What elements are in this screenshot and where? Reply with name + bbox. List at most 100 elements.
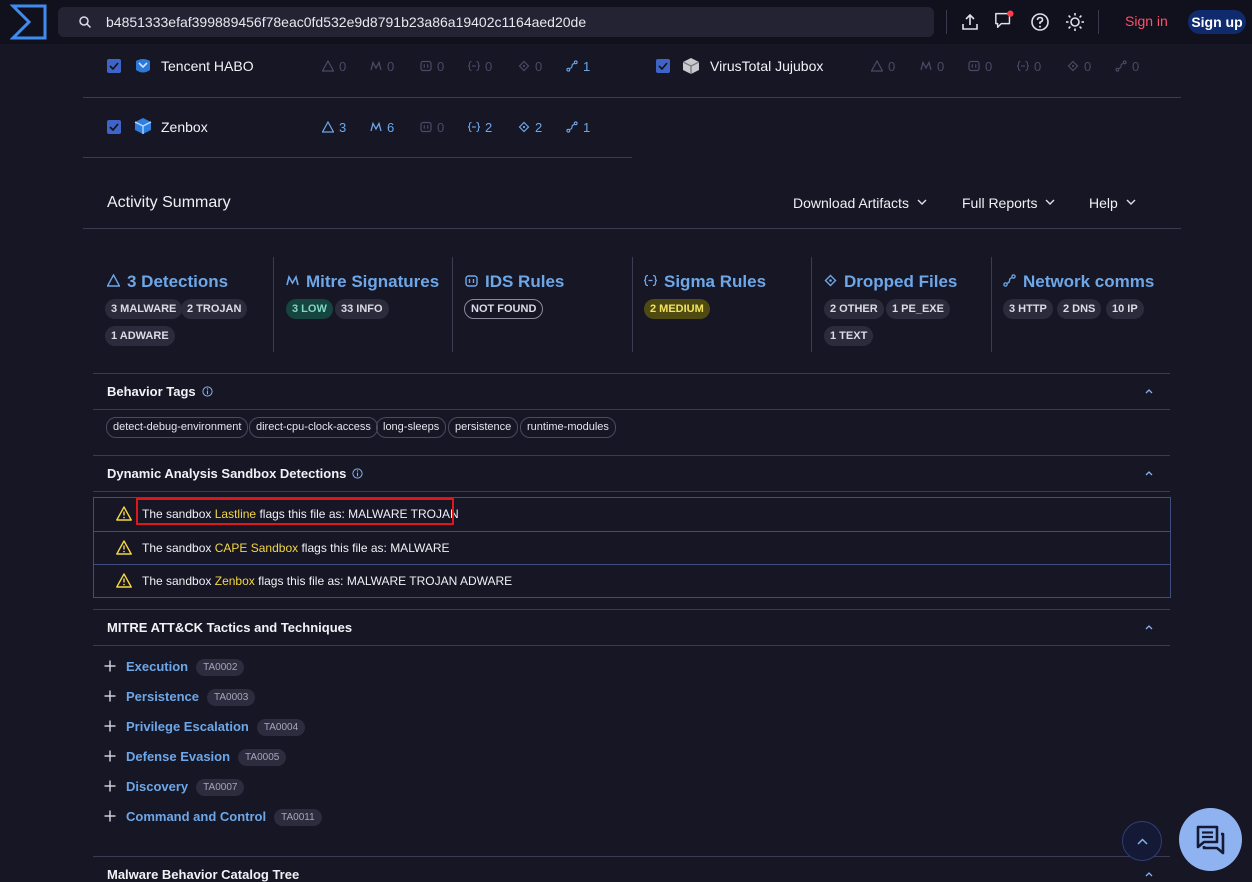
full-reports-dropdown[interactable]: Full Reports [962,195,1055,211]
warning-icon [116,540,132,555]
collapse-icon[interactable] [1144,869,1154,879]
info-icon[interactable] [202,386,213,397]
chevron-up-icon [1137,838,1148,845]
tactic-id-badge: TA0004 [256,719,306,736]
sign-up-button[interactable]: Sign up [1188,10,1246,34]
badge: 2 OTHER [824,299,884,319]
mitre-header[interactable]: MITRE ATT&CK Tactics and Techniques [107,620,352,635]
mitre-tactic[interactable]: Discovery TA0007 [126,779,245,796]
theme-toggle-icon[interactable] [1065,12,1085,32]
behavior-tags-header[interactable]: Behavior Tags [107,384,213,399]
mitre-tactic[interactable]: Privilege Escalation TA0004 [126,719,306,736]
section-divider [93,491,1170,492]
sandbox-name: Zenbox [161,119,208,135]
badge: 3 HTTP [1003,299,1053,319]
mitre-tactic[interactable]: Defense Evasion TA0005 [126,749,287,766]
behavior-tag[interactable]: runtime-modules [520,417,616,438]
dropdown-label: Help [1089,195,1118,211]
card-title-text: Network comms [1023,272,1155,291]
tactic-id-badge: TA0002 [196,659,245,676]
sandbox-checkbox[interactable] [107,120,121,134]
behavior-tag[interactable]: persistence [448,417,519,438]
ids-icon [420,60,432,72]
mitre-tactic[interactable]: Execution TA0002 [126,659,245,676]
badge: 2 DNS [1057,299,1102,319]
zenbox-logo-icon [134,118,152,134]
chevron-down-icon [917,199,927,205]
mitre-tactic[interactable]: Command and Control TA0011 [126,809,322,826]
chevron-down-icon [1045,199,1055,205]
card-title-text: Sigma Rules [664,272,767,291]
notifications-icon[interactable] [994,10,1014,30]
ids-icon [968,60,980,72]
tactic-id-badge: TA0011 [274,809,322,826]
behavior-tag[interactable]: direct-cpu-clock-access [249,417,378,438]
collapse-icon[interactable] [1144,622,1154,632]
expand-icon[interactable] [104,810,116,822]
tactic-name[interactable]: Persistence [126,689,199,704]
search-icon [79,16,92,29]
dropped-files-card-title[interactable]: Dropped Files [824,272,957,292]
badge: 1 PE_EXE [886,299,950,319]
network-card-title[interactable]: Network comms [1003,272,1154,292]
expand-icon[interactable] [104,780,116,792]
virustotal-logo-icon[interactable] [10,4,48,40]
sandbox-count: 0 [420,120,444,135]
tencent-habo-logo-icon [136,59,150,73]
search-input[interactable] [106,7,906,37]
sigma-card-title[interactable]: Sigma Rules [644,272,766,292]
count-value: 2 [535,120,543,135]
detections-card-title[interactable]: 3 Detections [107,272,228,292]
sandbox-checkbox[interactable] [107,59,121,73]
sandbox-detections-header[interactable]: Dynamic Analysis Sandbox Detections [107,466,363,481]
expand-icon[interactable] [104,720,116,732]
help-dropdown[interactable]: Help [1089,195,1136,211]
sigma-icon [644,274,657,287]
warning-icon [107,274,120,287]
ids-card-title[interactable]: IDS Rules [465,272,564,292]
sandbox-name: VirusTotal Jujubox [710,58,824,74]
tactic-name[interactable]: Execution [126,659,188,674]
sandbox-count: 1 [566,120,590,135]
network-icon [1003,274,1016,287]
chat-button[interactable] [1179,808,1242,871]
expand-icon[interactable] [104,690,116,702]
mitre-card-title[interactable]: Mitre Signatures [286,272,439,292]
section-divider [93,409,1170,410]
sign-in-link[interactable]: Sign in [1125,13,1168,29]
help-icon[interactable] [1030,12,1050,32]
dropped-files-icon [518,60,530,72]
collapse-icon[interactable] [1144,386,1154,396]
behavior-tag[interactable]: long-sleeps [376,417,447,438]
dropdown-label: Full Reports [962,195,1038,211]
mbc-header[interactable]: Malware Behavior Catalog Tree [107,867,299,882]
card-divider [273,257,274,352]
detections-icon [871,60,883,72]
tactic-name[interactable]: Discovery [126,779,188,794]
section-divider [93,373,1170,374]
sandbox-checkbox[interactable] [656,59,670,73]
sandbox-link[interactable]: Zenbox [215,574,255,588]
tactic-name[interactable]: Privilege Escalation [126,719,249,734]
badge: 1 TEXT [824,326,874,346]
expand-icon[interactable] [104,660,116,672]
behavior-tag[interactable]: detect-debug-environment [106,417,249,438]
badge: 2 TROJAN [181,299,248,319]
tactic-name[interactable]: Defense Evasion [126,749,230,764]
info-icon[interactable] [352,468,363,479]
sandbox-link[interactable]: CAPE Sandbox [215,541,298,555]
count-value: 1 [583,59,591,74]
mitre-tactic[interactable]: Persistence TA0003 [126,689,256,706]
upload-icon[interactable] [960,12,980,32]
count-value: 3 [339,120,347,135]
collapse-icon[interactable] [1144,468,1154,478]
count-value: 0 [437,120,445,135]
network-icon [566,60,578,72]
tactic-name[interactable]: Command and Control [126,809,266,824]
download-artifacts-dropdown[interactable]: Download Artifacts [793,195,927,211]
scroll-to-top-button[interactable] [1122,821,1162,861]
sandbox-count: 1 [566,59,590,74]
highlight-box [136,498,454,525]
search-bar[interactable] [58,7,934,37]
expand-icon[interactable] [104,750,116,762]
